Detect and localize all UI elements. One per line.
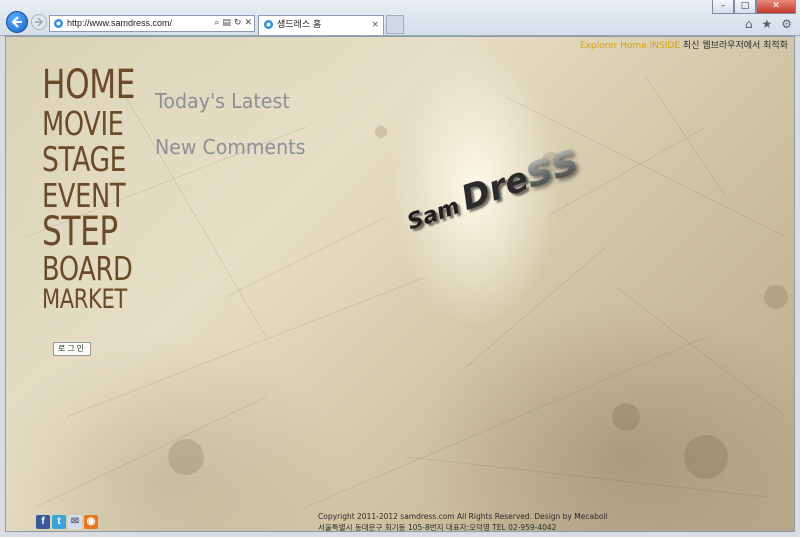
logo-part-1: Sam bbox=[404, 194, 464, 236]
footer: Copyright 2011-2012 samdress.com All Rig… bbox=[318, 511, 608, 532]
tab-samdress-home[interactable]: 샘드레스 홈 × bbox=[258, 15, 384, 35]
tab-close-button[interactable]: × bbox=[371, 16, 379, 34]
ie-logo-icon bbox=[54, 19, 63, 28]
back-button[interactable] bbox=[6, 11, 28, 33]
logo-part-2: Dre bbox=[456, 158, 534, 219]
sam-dress-logo: Sam Dress bbox=[397, 133, 584, 240]
browser-notice: Explorer Home INSIDE 최신 웹브라우저에서 최적화 bbox=[580, 38, 788, 51]
window-controls: – □ ✕ bbox=[712, 0, 796, 14]
home-icon[interactable]: ⌂ bbox=[745, 17, 753, 31]
new-tab-button[interactable] bbox=[386, 15, 404, 34]
menu-stage[interactable]: STAGE bbox=[42, 143, 135, 177]
close-button[interactable]: ✕ bbox=[756, 0, 796, 14]
maximize-button[interactable]: □ bbox=[734, 0, 756, 14]
social-links: f t ✉ ◉ bbox=[36, 515, 98, 529]
login-button[interactable]: 로그인 bbox=[53, 342, 91, 356]
compat-icon[interactable]: ▤ bbox=[222, 16, 231, 31]
twitter-icon[interactable]: t bbox=[52, 515, 66, 529]
tab-title: 샘드레스 홈 bbox=[277, 20, 322, 30]
menu-market[interactable]: MARKET bbox=[42, 286, 135, 313]
ie-logo-icon bbox=[264, 20, 273, 29]
menu-board[interactable]: BOARD bbox=[42, 252, 135, 285]
menu-home[interactable]: HOME bbox=[42, 65, 135, 105]
footer-copyright: Copyright 2011-2012 samdress.com All Rig… bbox=[318, 512, 608, 521]
forward-arrow-icon bbox=[35, 17, 44, 27]
web-page: Explorer Home INSIDE 최신 웹브라우저에서 최적화 HOME… bbox=[5, 36, 795, 532]
gear-icon[interactable]: ⚙ bbox=[781, 17, 792, 31]
new-comments-heading[interactable]: New Comments bbox=[155, 135, 305, 159]
mail-icon[interactable]: ✉ bbox=[68, 515, 82, 529]
forward-button[interactable] bbox=[31, 14, 47, 30]
refresh-icon[interactable]: ↻ bbox=[234, 16, 242, 31]
menu-event[interactable]: EVENT bbox=[42, 179, 135, 212]
rss-icon[interactable]: ◉ bbox=[84, 515, 98, 529]
footer-address: 서울특별시 동대문구 회기동 105-8번지 대표자:오덕영 TEL 02-95… bbox=[318, 523, 557, 532]
latest-posts-heading[interactable]: Today's Latest bbox=[155, 89, 290, 113]
main-menu: HOME MOVIE STAGE EVENT STEP BOARD MARKET bbox=[42, 65, 161, 313]
address-bar[interactable]: http://www.samdress.com/ ⌕ ▤ ↻ ✕ bbox=[49, 15, 255, 32]
back-arrow-icon bbox=[11, 16, 22, 28]
url-text[interactable]: http://www.samdress.com/ bbox=[67, 16, 172, 31]
search-icon[interactable]: ⌕ bbox=[214, 16, 219, 31]
minimize-button[interactable]: – bbox=[712, 0, 734, 14]
notice-text: 최신 웹브라우저에서 최적화 bbox=[682, 41, 788, 51]
favorites-star-icon[interactable]: ★ bbox=[761, 17, 772, 31]
facebook-icon[interactable]: f bbox=[36, 515, 50, 529]
browser-chrome: http://www.samdress.com/ ⌕ ▤ ↻ ✕ 샘드레스 홈 … bbox=[0, 0, 800, 36]
menu-step[interactable]: STEP bbox=[42, 212, 135, 252]
notice-warning: Explorer Home INSIDE bbox=[579, 41, 681, 51]
menu-movie[interactable]: MOVIE bbox=[42, 107, 135, 140]
stop-icon[interactable]: ✕ bbox=[244, 16, 252, 31]
